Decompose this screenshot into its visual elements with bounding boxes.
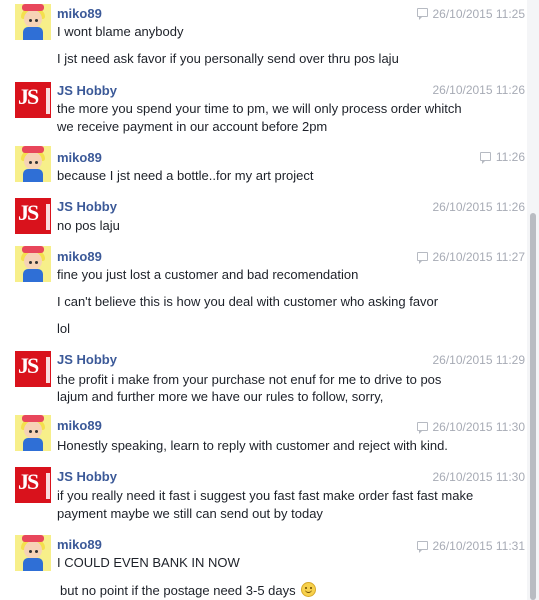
avatar-js-hobby[interactable]: JS: [15, 82, 51, 118]
avatar-js-hobby[interactable]: JS: [15, 351, 51, 387]
sender-name[interactable]: JS Hobby: [57, 469, 117, 484]
avatar-js-hobby[interactable]: JS: [15, 198, 51, 234]
avatar-miko89[interactable]: [15, 4, 51, 40]
timestamp: 11:26: [495, 150, 525, 164]
avatar-miko89[interactable]: [15, 535, 51, 571]
message-text: the profit i make from your purchase not…: [57, 372, 442, 387]
avatar-miko89[interactable]: [15, 246, 51, 282]
sender-name[interactable]: miko89: [57, 418, 102, 433]
smiley-emoji-icon: [301, 582, 317, 597]
message-text-content: but no point if the postage need 3-5 day…: [60, 583, 296, 598]
message-text: I wont blame anybody: [57, 24, 184, 39]
sender-name[interactable]: JS Hobby: [57, 83, 117, 98]
avatar-miko89[interactable]: [15, 146, 51, 182]
scrollbar[interactable]: [527, 0, 539, 600]
message-text: lajum and further more we have our rules…: [57, 389, 384, 404]
reply-icon[interactable]: [480, 152, 491, 164]
sender-name[interactable]: miko89: [57, 6, 102, 21]
sender-name[interactable]: miko89: [57, 249, 102, 264]
avatar-miko89[interactable]: [15, 415, 51, 451]
reply-icon[interactable]: [417, 422, 428, 434]
timestamp: 26/10/2015 11:30: [432, 420, 525, 434]
reply-icon[interactable]: [417, 8, 428, 20]
message-text: but no point if the postage need 3-5 day…: [60, 582, 317, 598]
message-text: the more you spend your time to pm, we w…: [57, 101, 462, 116]
message-text: no pos laju: [57, 218, 120, 233]
message-thread: miko89 26/10/2015 11:25 I wont blame any…: [0, 0, 527, 600]
message-text: fine you just lost a customer and bad re…: [57, 267, 359, 282]
avatar-js-hobby[interactable]: JS: [15, 467, 51, 503]
message-text: I COULD EVEN BANK IN NOW: [57, 555, 240, 570]
message-text: if you really need it fast i suggest you…: [57, 488, 474, 503]
reply-icon[interactable]: [417, 541, 428, 553]
message-text: Honestly speaking, learn to reply with c…: [57, 438, 448, 453]
timestamp: 26/10/2015 11:31: [432, 539, 525, 553]
message-text: because I jst need a bottle..for my art …: [57, 168, 314, 183]
timestamp: 26/10/2015 11:27: [432, 250, 525, 264]
timestamp: 26/10/2015 11:26: [432, 83, 525, 97]
message-text: I jst need ask favor if you personally s…: [57, 51, 399, 66]
sender-name[interactable]: JS Hobby: [57, 199, 117, 214]
timestamp: 26/10/2015 11:26: [432, 200, 525, 214]
timestamp: 26/10/2015 11:30: [432, 470, 525, 484]
scrollbar-thumb[interactable]: [530, 213, 536, 600]
sender-name[interactable]: JS Hobby: [57, 352, 117, 367]
timestamp: 26/10/2015 11:25: [432, 7, 525, 21]
message-text: payment maybe we still can send out by t…: [57, 506, 323, 521]
sender-name[interactable]: miko89: [57, 150, 102, 165]
message-text: lol: [57, 321, 71, 336]
message-text: I can't believe this is how you deal wit…: [57, 294, 439, 309]
message-text: we receive payment in our account before…: [57, 119, 328, 134]
reply-icon[interactable]: [417, 252, 428, 264]
timestamp: 26/10/2015 11:29: [432, 353, 525, 367]
sender-name[interactable]: miko89: [57, 537, 102, 552]
